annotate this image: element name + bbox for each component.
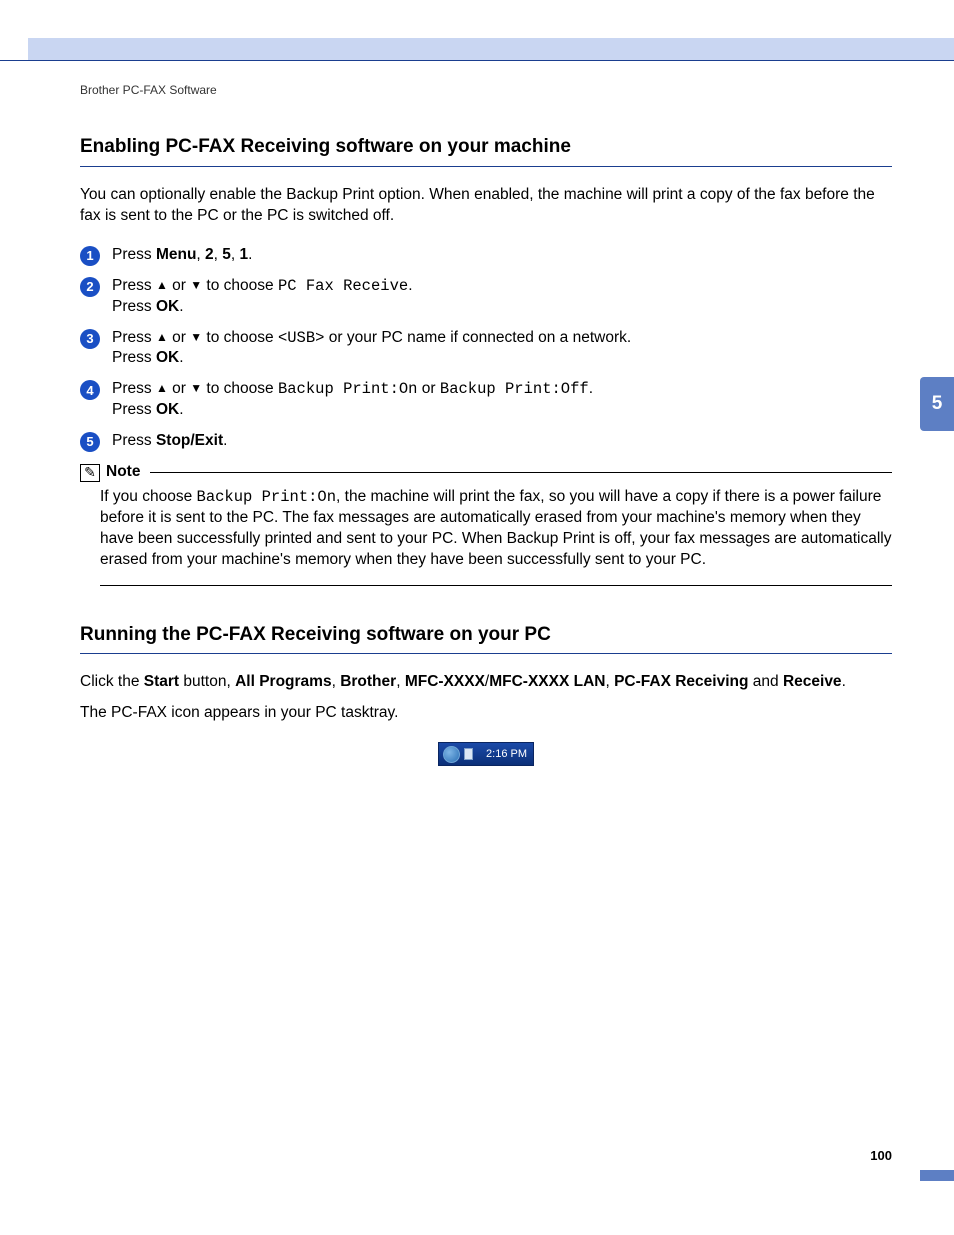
note-block: ✎ Note If you choose Backup Print:On, th… — [80, 462, 892, 586]
menu-option: <USB> — [278, 329, 325, 347]
step-5: 5 Press Stop/Exit. — [80, 431, 892, 452]
note-title: Note — [106, 462, 140, 483]
text: Press — [112, 298, 156, 315]
tasktray-figure: 2:16 PM — [80, 742, 892, 769]
key-5: 5 — [222, 246, 231, 263]
text: or — [168, 277, 190, 294]
text: . — [248, 246, 252, 263]
menu-mfc: MFC-XXXX — [405, 673, 485, 690]
up-arrow-icon: ▲ — [156, 330, 168, 344]
text: Press — [112, 349, 156, 366]
menu-option: Backup Print:On — [278, 380, 418, 398]
key-stop-exit: Stop/Exit — [156, 432, 223, 449]
step-badge: 3 — [80, 329, 100, 349]
note-icon: ✎ — [80, 464, 100, 482]
page-content: Brother PC-FAX Software Enabling PC-FAX … — [80, 82, 892, 770]
step-3: 3 Press ▲ or ▼ to choose <USB> or your P… — [80, 328, 892, 370]
menu-start: Start — [144, 673, 179, 690]
key-menu: Menu — [156, 246, 196, 263]
step-body: Press ▲ or ▼ to choose <USB> or your PC … — [112, 328, 892, 370]
menu-pcfax-receiving: PC-FAX Receiving — [614, 673, 748, 690]
step-body: Press Stop/Exit. — [112, 431, 892, 452]
text: or your PC name if connected on a networ… — [324, 329, 631, 346]
text: . — [179, 401, 183, 418]
text: . — [179, 349, 183, 366]
menu-brother: Brother — [340, 673, 396, 690]
step-4: 4 Press ▲ or ▼ to choose Backup Print:On… — [80, 379, 892, 421]
text: , — [332, 673, 341, 690]
menu-receive: Receive — [783, 673, 842, 690]
pcfax-tray-icon — [443, 746, 460, 763]
text: to choose — [202, 380, 278, 397]
down-arrow-icon: ▼ — [190, 330, 202, 344]
text: Press — [112, 246, 156, 263]
text: , — [396, 673, 405, 690]
text: or — [417, 380, 439, 397]
step-badge: 1 — [80, 246, 100, 266]
text: to choose — [202, 277, 278, 294]
text: to choose — [202, 329, 278, 346]
text: , — [605, 673, 614, 690]
text: , — [214, 246, 223, 263]
breadcrumb: Brother PC-FAX Software — [80, 82, 892, 98]
down-arrow-icon: ▼ — [190, 381, 202, 395]
chapter-tab: 5 — [920, 377, 954, 431]
text: Press — [112, 277, 156, 294]
section2-p2: The PC-FAX icon appears in your PC taskt… — [80, 703, 892, 724]
step-body: Press Menu, 2, 5, 1. — [112, 245, 892, 266]
text: or — [168, 380, 190, 397]
step-badge: 2 — [80, 277, 100, 297]
menu-all-programs: All Programs — [235, 673, 331, 690]
step-body: Press ▲ or ▼ to choose Backup Print:On o… — [112, 379, 892, 421]
text: Press — [112, 329, 156, 346]
header-accent-bar — [28, 38, 954, 60]
text: , — [196, 246, 205, 263]
text: . — [408, 277, 412, 294]
section1-intro: You can optionally enable the Backup Pri… — [80, 185, 892, 227]
up-arrow-icon: ▲ — [156, 278, 168, 292]
note-body: If you choose Backup Print:On, the machi… — [100, 487, 892, 586]
step-1: 1 Press Menu, 2, 5, 1. — [80, 245, 892, 266]
section-heading-enabling: Enabling PC-FAX Receiving software on yo… — [80, 134, 892, 167]
step-badge: 5 — [80, 432, 100, 452]
step-2: 2 Press ▲ or ▼ to choose PC Fax Receive.… — [80, 276, 892, 318]
menu-mfc-lan: MFC-XXXX LAN — [489, 673, 605, 690]
text: button, — [179, 673, 235, 690]
text: . — [842, 673, 846, 690]
text: Click the — [80, 673, 144, 690]
document-tray-icon — [464, 748, 473, 760]
note-rule — [150, 472, 892, 473]
text: . — [179, 298, 183, 315]
text: If you choose — [100, 488, 197, 505]
tray-clock: 2:16 PM — [486, 747, 529, 762]
menu-option: PC Fax Receive — [278, 277, 408, 295]
text: Press — [112, 380, 156, 397]
key-ok: OK — [156, 401, 179, 418]
text: . — [223, 432, 227, 449]
page-number-accent — [920, 1170, 954, 1181]
up-arrow-icon: ▲ — [156, 381, 168, 395]
text: or — [168, 329, 190, 346]
menu-option: Backup Print:Off — [440, 380, 589, 398]
down-arrow-icon: ▼ — [190, 278, 202, 292]
key-2: 2 — [205, 246, 214, 263]
text: , — [231, 246, 240, 263]
key-ok: OK — [156, 298, 179, 315]
text: Press — [112, 432, 156, 449]
text: . — [589, 380, 593, 397]
note-header: ✎ Note — [80, 462, 892, 483]
text: and — [748, 673, 782, 690]
menu-option: Backup Print:On — [197, 488, 337, 506]
key-1: 1 — [240, 246, 249, 263]
text: Press — [112, 401, 156, 418]
key-ok: OK — [156, 349, 179, 366]
section-heading-running: Running the PC-FAX Receiving software on… — [80, 622, 892, 655]
page-number: 100 — [870, 1147, 892, 1165]
step-body: Press ▲ or ▼ to choose PC Fax Receive. P… — [112, 276, 892, 318]
step-badge: 4 — [80, 380, 100, 400]
tasktray: 2:16 PM — [438, 742, 534, 766]
header-rule — [0, 60, 954, 61]
section2-p1: Click the Start button, All Programs, Br… — [80, 672, 892, 693]
